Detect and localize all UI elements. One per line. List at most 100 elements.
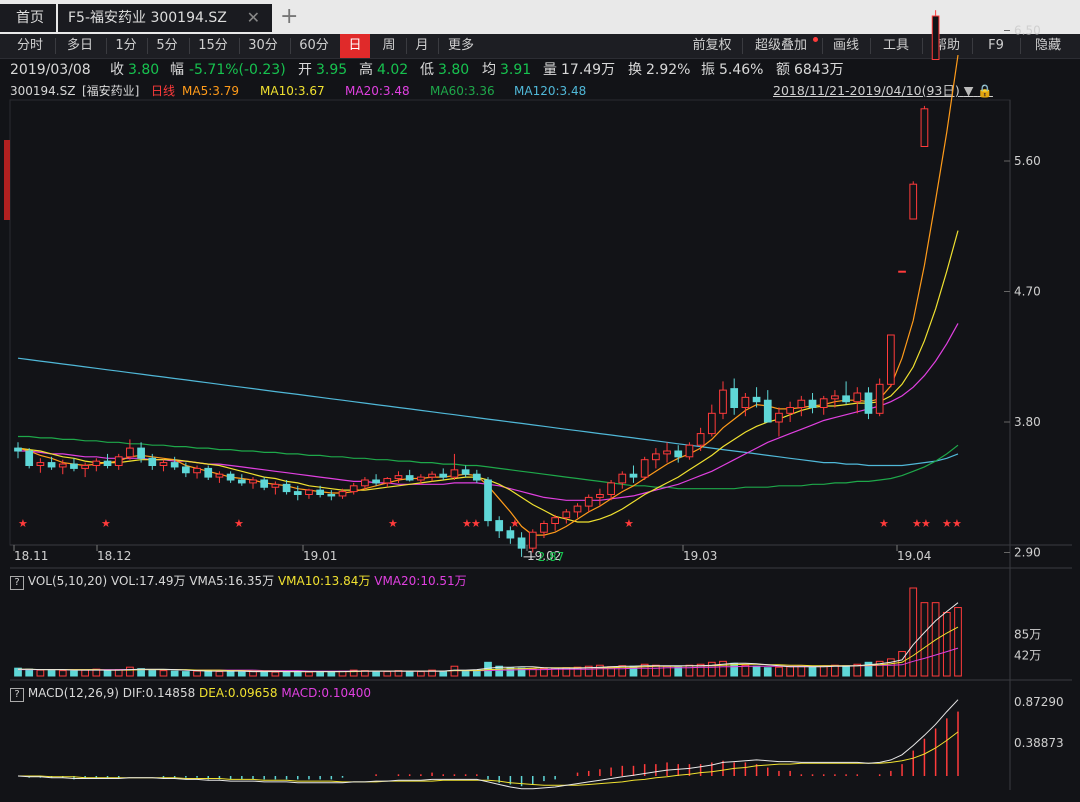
vol-tick-label: 85万 — [1014, 627, 1041, 641]
candle-body — [663, 450, 671, 455]
signal-star-icon: ★ — [879, 517, 889, 530]
price-tick-label: 4.70 — [1014, 285, 1041, 299]
candle-body — [103, 460, 112, 466]
signal-star-icon: ★ — [234, 517, 244, 530]
candle-body — [417, 476, 425, 481]
price-panel-frame — [9, 99, 1011, 546]
volume-bar — [674, 666, 683, 677]
ma5-line — [17, 55, 959, 536]
candle-body — [237, 479, 246, 484]
vma5-line — [18, 602, 959, 673]
candle-body — [36, 462, 45, 467]
candle-body — [875, 383, 884, 414]
macd-tick-label: 0.38873 — [1014, 736, 1064, 750]
volume-bar — [831, 664, 839, 677]
volume-bar — [159, 670, 168, 677]
candle-body — [931, 15, 940, 60]
volume-bar — [36, 669, 45, 677]
candle-body — [92, 460, 101, 466]
candle-body — [607, 482, 615, 495]
candle-body — [249, 479, 257, 484]
date-tick-label: 18.11 — [14, 549, 48, 563]
signal-star-icon: ★ — [921, 517, 931, 530]
price-tick-label: 6.50 — [1014, 24, 1041, 38]
volume-bar — [763, 667, 772, 677]
volume-bar — [182, 671, 190, 677]
volume-bar — [797, 665, 806, 677]
volume-bar — [170, 670, 179, 677]
candle-body — [25, 450, 34, 466]
candle-body — [853, 392, 862, 403]
signal-star-icon: ★ — [18, 517, 28, 530]
candle-body — [831, 395, 839, 400]
candle-body — [898, 270, 906, 273]
volume-bar — [126, 666, 134, 677]
candle-body — [293, 491, 302, 496]
volume-bar — [103, 670, 112, 677]
volume-bar — [752, 665, 761, 677]
candle-body — [696, 433, 705, 446]
candle-body — [808, 399, 817, 408]
volume-bar — [954, 607, 962, 677]
candle-body — [58, 463, 67, 468]
candle-body — [271, 483, 280, 488]
volume-bar — [808, 666, 817, 677]
volume-bar — [775, 666, 783, 677]
candle-body — [797, 399, 806, 408]
candle-body — [126, 447, 134, 458]
vol-tick-label: 42万 — [1014, 648, 1041, 662]
volume-bar — [719, 660, 727, 677]
candle-body — [596, 494, 604, 498]
candle-body — [707, 412, 716, 435]
volume-bar — [786, 666, 794, 677]
volume-bar — [226, 670, 235, 677]
signal-star-icon: ★ — [952, 517, 962, 530]
candle-body — [495, 520, 504, 532]
candle-body — [383, 478, 392, 484]
candle-body — [551, 517, 559, 525]
candle-body — [618, 473, 627, 484]
macd-tick-label: 0.87290 — [1014, 695, 1064, 709]
dif-line — [17, 699, 959, 790]
candle-body — [305, 489, 313, 495]
volume-bar — [417, 671, 425, 677]
volume-bar — [193, 670, 201, 677]
candle-body — [182, 466, 190, 474]
candle-body — [316, 489, 324, 495]
candle-body — [428, 473, 436, 478]
candle-body — [226, 473, 235, 481]
candle-body — [372, 479, 380, 484]
candle-body — [730, 388, 739, 408]
candle-body — [204, 467, 213, 478]
candle-body — [81, 465, 89, 469]
volume-bar — [47, 669, 56, 677]
kline-chart[interactable]: 7.406.505.604.703.802.9018.1118.1219.011… — [0, 0, 1080, 802]
signal-star-icon: ★ — [388, 517, 398, 530]
candle-body — [137, 447, 145, 459]
date-tick-label: 19.04 — [897, 549, 931, 563]
price-tick-label: 5.60 — [1014, 154, 1041, 168]
ma20-line — [18, 323, 959, 501]
candle-body — [540, 523, 548, 533]
volume-bar — [842, 665, 850, 677]
candle-body — [159, 462, 168, 467]
candle-body — [629, 473, 638, 478]
candle-body — [439, 473, 448, 478]
price-tick-label: 2.90 — [1014, 546, 1041, 560]
candle-body — [741, 396, 750, 409]
volume-bar — [741, 664, 750, 677]
candle-body — [864, 392, 873, 414]
volume-bar — [439, 670, 448, 677]
candle-body — [260, 479, 269, 488]
candle-body — [14, 447, 22, 452]
candle-body — [361, 479, 369, 487]
candle-body — [819, 398, 828, 408]
candle-body — [461, 469, 470, 475]
signal-star-icon: ★ — [624, 517, 634, 530]
volume-bar — [282, 671, 291, 677]
candle-body — [215, 473, 224, 478]
volume-bar — [81, 669, 89, 677]
candle-body — [450, 469, 459, 478]
candle-body — [394, 475, 403, 480]
signal-star-icon: ★ — [101, 517, 111, 530]
